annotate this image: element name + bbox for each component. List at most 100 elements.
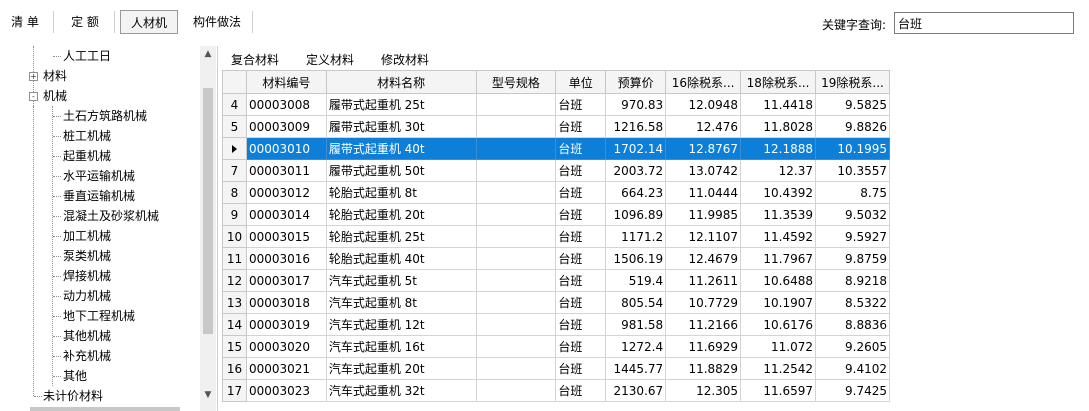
table-cell[interactable]: 00003023 [245,379,327,402]
table-row[interactable]: 5 00003009 履带式起重机 30t 台班 1216.58 12.476 11.802… [222,115,890,138]
table-cell[interactable]: 11.8829 [665,357,742,380]
table-cell[interactable]: 11.9985 [665,203,742,226]
column-header[interactable]: 材料名称 [325,70,477,94]
row-header[interactable]: 12 [222,269,247,292]
table-cell[interactable]: 1216.58 [605,115,667,138]
column-header[interactable]: 预算价 [605,70,667,94]
table-cell[interactable]: 12.8767 [665,137,742,160]
table-cell[interactable]: 11.4592 [740,225,816,248]
tree-item-cailiao[interactable]: 材料 [43,66,67,86]
table-cell[interactable]: 2130.67 [605,379,667,402]
table-cell[interactable]: 11.2611 [665,269,742,292]
tab-goujianzuofa[interactable]: 构件做法 [184,10,250,34]
row-header[interactable]: 9 [222,203,247,226]
table-cell[interactable] [475,335,557,358]
row-header[interactable]: 13 [222,291,247,314]
row-header[interactable]: 8 [222,181,247,204]
table-cell[interactable]: 8.5322 [815,291,890,314]
row-header[interactable]: 14 [222,313,247,336]
table-cell[interactable]: 00003019 [245,313,327,336]
table-row[interactable]: 11 00003016 轮胎式起重机 40t 台班 1506.19 12.4679 11.7… [222,247,890,270]
tree-item[interactable]: 土石方筑路机械 [63,106,147,126]
table-cell[interactable]: 轮胎式起重机 25t [325,225,477,248]
table-row[interactable]: 7 00003011 履带式起重机 50t 台班 2003.72 13.0742 12.37… [222,159,890,182]
table-cell[interactable] [475,115,557,138]
table-row[interactable]: 15 00003020 汽车式起重机 16t 台班 1272.4 11.6929 11.07… [222,335,890,358]
table-cell[interactable]: 台班 [555,181,607,204]
column-header[interactable]: 单位 [555,70,607,94]
table-cell[interactable]: 11.6597 [740,379,816,402]
table-cell[interactable]: 11.2542 [740,357,816,380]
row-header[interactable]: 5 [222,115,247,138]
table-cell[interactable]: 履带式起重机 25t [325,93,477,116]
table-cell[interactable]: 00003021 [245,357,327,380]
table-cell[interactable]: 8.8836 [815,313,890,336]
tab-dinge[interactable]: 定 额 [60,10,110,34]
table-row[interactable]: 16 00003021 汽车式起重机 20t 台班 1445.77 11.8829 11.2… [222,357,890,380]
table-cell[interactable]: 11.8028 [740,115,816,138]
table-cell[interactable]: 10.7729 [665,291,742,314]
table-cell[interactable]: 805.54 [605,291,667,314]
table-cell[interactable]: 00003009 [245,115,327,138]
row-header[interactable]: 16 [222,357,247,380]
table-cell[interactable]: 1445.77 [605,357,667,380]
table-cell[interactable] [475,181,557,204]
table-cell[interactable] [475,247,557,270]
tree-item[interactable]: 起重机械 [63,146,111,166]
tree-item[interactable]: 泵类机械 [63,246,111,266]
table-cell[interactable]: 519.4 [605,269,667,292]
keyword-search-input[interactable] [894,12,1074,34]
table-cell[interactable]: 11.3539 [740,203,816,226]
table-cell[interactable]: 台班 [555,203,607,226]
row-header[interactable]: 17 [222,379,247,402]
table-cell[interactable]: 664.23 [605,181,667,204]
table-cell[interactable]: 00003015 [245,225,327,248]
tab-qingdan[interactable]: 清 单 [2,10,48,34]
table-cell[interactable]: 11.0444 [665,181,742,204]
table-cell[interactable]: 1096.89 [605,203,667,226]
scroll-down-icon[interactable]: ▼ [200,387,216,403]
table-cell[interactable]: 1272.4 [605,335,667,358]
table-cell[interactable]: 10.3557 [815,159,890,182]
table-cell[interactable]: 11.2166 [665,313,742,336]
table-cell[interactable]: 9.4102 [815,357,890,380]
table-cell[interactable]: 2003.72 [605,159,667,182]
table-cell[interactable]: 台班 [555,291,607,314]
row-header[interactable]: 7 [222,159,247,182]
table-cell[interactable]: 轮胎式起重机 40t [325,247,477,270]
row-header[interactable]: 4 [222,93,247,116]
table-cell[interactable]: 1702.14 [605,137,667,160]
table-cell[interactable]: 履带式起重机 50t [325,159,477,182]
table-row[interactable]: 17 00003023 汽车式起重机 32t 台班 2130.67 12.305 11.65… [222,379,890,402]
table-cell[interactable]: 1171.2 [605,225,667,248]
table-cell[interactable]: 汽车式起重机 32t [325,379,477,402]
column-header[interactable]: 材料编号 [245,70,327,94]
table-cell[interactable]: 10.1995 [815,137,890,160]
table-cell[interactable]: 9.7425 [815,379,890,402]
modify-material-button[interactable]: 修改材料 [381,51,429,68]
table-cell[interactable]: 00003016 [245,247,327,270]
column-header[interactable]: 16除税系... [665,70,742,94]
tree-item[interactable]: 垂直运输机械 [63,186,135,206]
table-cell[interactable]: 9.8826 [815,115,890,138]
table-row[interactable]: 4 00003008 履带式起重机 25t 台班 970.83 12.0948 11.441… [222,93,890,116]
table-cell[interactable]: 11.6929 [665,335,742,358]
tree-item[interactable]: 焊接机械 [63,266,111,286]
collapse-icon[interactable]: - [29,92,38,101]
table-cell[interactable]: 12.4679 [665,247,742,270]
tree-item[interactable]: 地下工程机械 [63,306,135,326]
scroll-up-icon[interactable]: ▲ [200,46,216,62]
table-cell[interactable]: 履带式起重机 30t [325,115,477,138]
composite-material-button[interactable]: 复合材料 [231,51,279,68]
table-cell[interactable]: 汽车式起重机 8t [325,291,477,314]
tree-item[interactable]: 其他机械 [63,326,111,346]
table-cell[interactable]: 00003018 [245,291,327,314]
table-cell[interactable] [475,137,557,160]
table-cell[interactable]: 汽车式起重机 12t [325,313,477,336]
table-cell[interactable]: 台班 [555,379,607,402]
table-cell[interactable]: 轮胎式起重机 8t [325,181,477,204]
table-row[interactable]: 13 00003018 汽车式起重机 8t 台班 805.54 10.7729 10.190… [222,291,890,314]
tree-item-rengong[interactable]: 人工工日 [63,46,111,66]
tree-vertical-scrollbar[interactable]: ▲ ▼ [200,46,216,411]
table-cell[interactable]: 8.9218 [815,269,890,292]
